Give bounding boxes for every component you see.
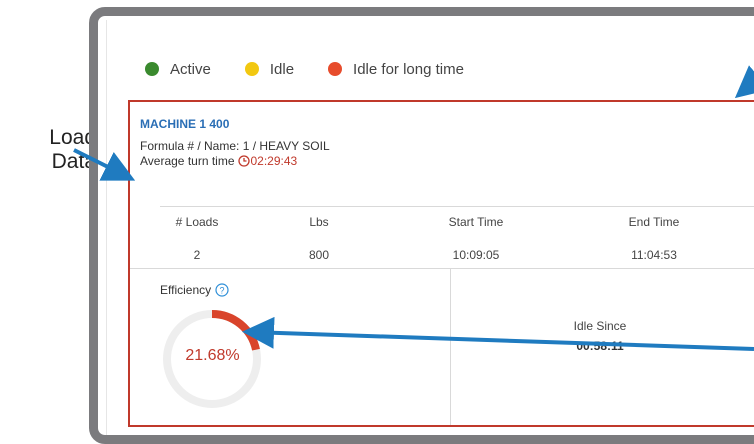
legend-item-active: Active [145,61,211,78]
table-top-divider [160,206,754,207]
efficiency-label-row: Efficiency ? [160,283,229,297]
header-loads: # Loads [175,215,219,229]
cell-loads: 2 [193,248,201,262]
header-lbs: Lbs [309,215,329,229]
legend-label-idle-long: Idle for long time [353,60,464,78]
vertical-divider [450,268,451,425]
efficiency-value: 21.68% [185,347,240,364]
cell-start-time: 10:09:05 [452,248,500,262]
turn-time-line: Average turn time 02:29:43 [140,154,297,168]
efficiency-label: Efficiency [160,283,212,297]
active-status-dot-icon [145,62,159,76]
machine-card[interactable]: MACHINE 1 400 Formula # / Name: 1 / HEAV… [128,100,754,427]
turn-time-label: Average turn time [140,154,235,168]
header-end-time: End Time [628,215,680,229]
question-circle-icon[interactable]: ? [215,283,229,297]
legend-label-active: Active [170,60,211,78]
gauge-fill-arc [211,310,260,351]
svg-text:?: ? [220,286,225,296]
idle-long-status-dot-icon [328,62,343,76]
clock-icon [237,155,250,167]
status-legend: Active Idle Idle for long time [145,58,498,80]
load-data-callout-label: Load Data [49,126,96,173]
legend-item-idle-long: Idle for long time [328,61,464,78]
formula-line: Formula # / Name: 1 / HEAVY SOIL [140,139,330,153]
legend-item-idle: Idle [244,60,295,78]
idle-since-value: 00:58:11 [576,339,624,353]
idle-status-dot-icon [244,62,259,76]
table-bottom-divider [130,268,754,269]
machine-title[interactable]: MACHINE 1 400 [140,117,229,131]
legend-label-idle: Idle [269,60,295,78]
device-frame: Active Idle Idle for long time MACHINE 1… [89,7,754,444]
cell-lbs: 800 [308,248,330,262]
cell-end-time: 11:04:53 [631,248,677,262]
header-start-time: Start Time [448,215,504,229]
dashboard-panel: Active Idle Idle for long time MACHINE 1… [106,20,754,435]
idle-since-label: Idle Since [573,319,627,333]
turn-time-value: 02:29:43 [250,154,298,168]
